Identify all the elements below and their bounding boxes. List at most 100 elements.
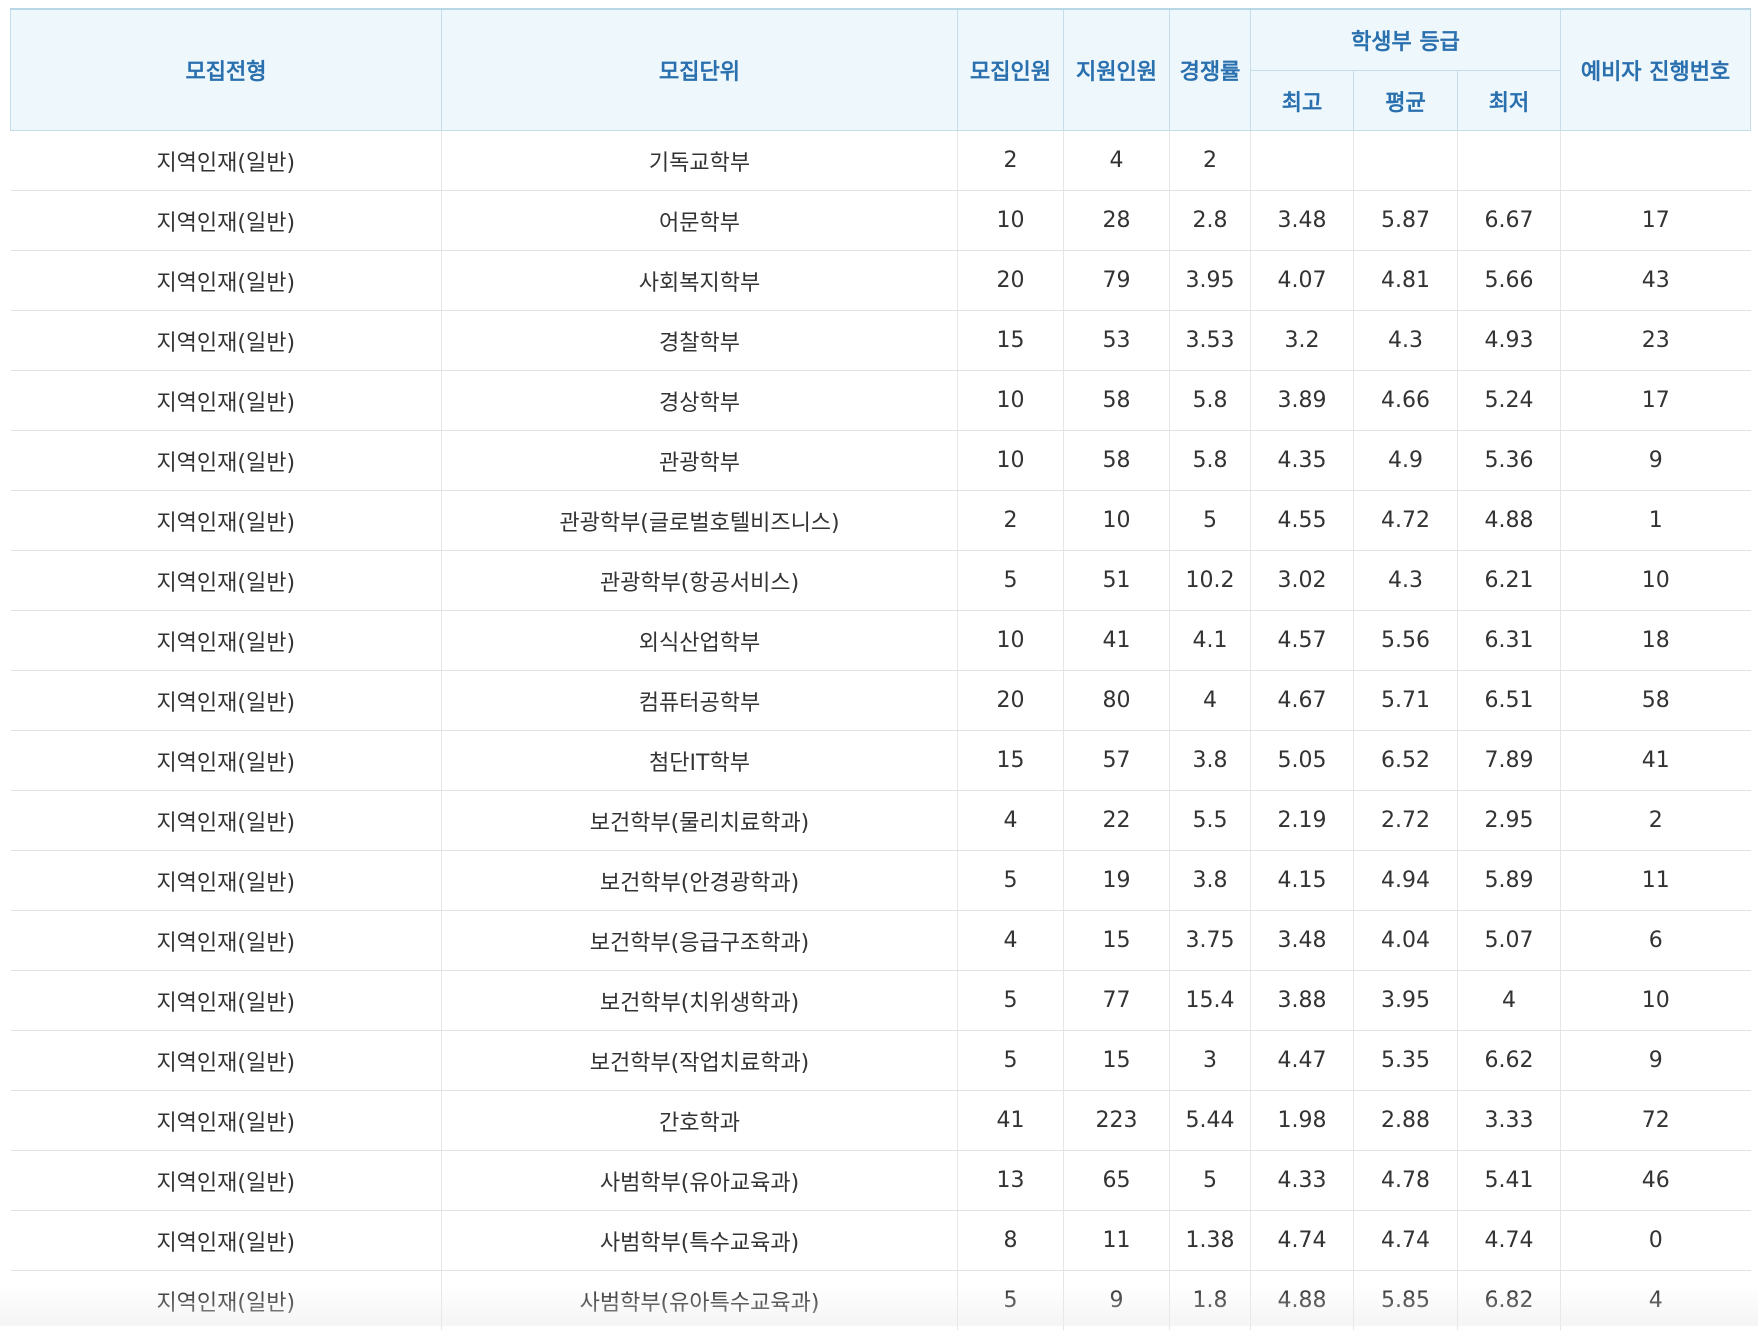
cell-waitlist: 43 bbox=[1561, 251, 1751, 311]
header-grade-low: 최저 bbox=[1458, 71, 1561, 131]
cell-ratio: 1.8 bbox=[1170, 1271, 1251, 1330]
cell-grade-avg: 4.3 bbox=[1354, 551, 1458, 611]
cell-grade-low: 4.93 bbox=[1458, 311, 1561, 371]
cell-quota: 15 bbox=[958, 731, 1064, 791]
table-row: 지역인재(일반)보건학부(치위생학과)57715.43.883.95410 bbox=[11, 971, 1751, 1031]
cell-waitlist: 72 bbox=[1561, 1091, 1751, 1151]
cell-unit: 경상학부 bbox=[442, 371, 958, 431]
cell-grade-avg: 2.88 bbox=[1354, 1091, 1458, 1151]
cell-quota: 10 bbox=[958, 431, 1064, 491]
cell-grade-high: 4.15 bbox=[1251, 851, 1354, 911]
cell-quota: 20 bbox=[958, 251, 1064, 311]
cell-applicants: 41 bbox=[1064, 611, 1170, 671]
table-body: 지역인재(일반)기독교학부242지역인재(일반)어문학부10282.83.485… bbox=[11, 131, 1751, 1330]
cell-grade-high: 4.57 bbox=[1251, 611, 1354, 671]
cell-waitlist bbox=[1561, 131, 1751, 191]
cell-grade-high: 4.47 bbox=[1251, 1031, 1354, 1091]
table-row: 지역인재(일반)사범학부(유아특수교육과)591.84.885.856.824 bbox=[11, 1271, 1751, 1330]
table-row: 지역인재(일반)관광학부(글로벌호텔비즈니스)21054.554.724.881 bbox=[11, 491, 1751, 551]
cell-quota: 10 bbox=[958, 191, 1064, 251]
cell-waitlist: 9 bbox=[1561, 431, 1751, 491]
cell-unit: 경찰학부 bbox=[442, 311, 958, 371]
cell-applicants: 10 bbox=[1064, 491, 1170, 551]
cell-ratio: 1.38 bbox=[1170, 1211, 1251, 1271]
cell-grade-high: 3.02 bbox=[1251, 551, 1354, 611]
cell-type: 지역인재(일반) bbox=[11, 1271, 442, 1330]
cell-ratio: 4 bbox=[1170, 671, 1251, 731]
cell-unit: 보건학부(작업치료학과) bbox=[442, 1031, 958, 1091]
header-grade-group: 학생부 등급 bbox=[1251, 9, 1561, 71]
header-ratio: 경쟁률 bbox=[1170, 9, 1251, 131]
cell-grade-low: 5.41 bbox=[1458, 1151, 1561, 1211]
cell-grade-low: 6.82 bbox=[1458, 1271, 1561, 1330]
cell-unit: 보건학부(응급구조학과) bbox=[442, 911, 958, 971]
cell-grade-avg: 4.66 bbox=[1354, 371, 1458, 431]
cell-grade-low: 6.67 bbox=[1458, 191, 1561, 251]
cell-waitlist: 23 bbox=[1561, 311, 1751, 371]
cell-type: 지역인재(일반) bbox=[11, 1091, 442, 1151]
cell-ratio: 3.8 bbox=[1170, 731, 1251, 791]
table-row: 지역인재(일반)관광학부(항공서비스)55110.23.024.36.2110 bbox=[11, 551, 1751, 611]
header-waitlist: 예비자 진행번호 bbox=[1561, 9, 1751, 131]
cell-grade-avg: 4.78 bbox=[1354, 1151, 1458, 1211]
cell-type: 지역인재(일반) bbox=[11, 851, 442, 911]
cell-unit: 어문학부 bbox=[442, 191, 958, 251]
cell-waitlist: 0 bbox=[1561, 1211, 1751, 1271]
header-quota: 모집인원 bbox=[958, 9, 1064, 131]
cell-applicants: 58 bbox=[1064, 431, 1170, 491]
cell-waitlist: 58 bbox=[1561, 671, 1751, 731]
cell-grade-low: 2.95 bbox=[1458, 791, 1561, 851]
cell-ratio: 5.8 bbox=[1170, 431, 1251, 491]
cell-waitlist: 17 bbox=[1561, 191, 1751, 251]
cell-grade-high: 3.2 bbox=[1251, 311, 1354, 371]
cell-type: 지역인재(일반) bbox=[11, 131, 442, 191]
cell-grade-high: 4.74 bbox=[1251, 1211, 1354, 1271]
cell-type: 지역인재(일반) bbox=[11, 731, 442, 791]
cell-applicants: 15 bbox=[1064, 1031, 1170, 1091]
cell-type: 지역인재(일반) bbox=[11, 431, 442, 491]
cell-applicants: 28 bbox=[1064, 191, 1170, 251]
cell-grade-high: 4.67 bbox=[1251, 671, 1354, 731]
cell-unit: 사범학부(특수교육과) bbox=[442, 1211, 958, 1271]
cell-quota: 5 bbox=[958, 971, 1064, 1031]
cell-unit: 사범학부(유아교육과) bbox=[442, 1151, 958, 1211]
cell-applicants: 57 bbox=[1064, 731, 1170, 791]
cell-applicants: 65 bbox=[1064, 1151, 1170, 1211]
cell-grade-avg: 5.87 bbox=[1354, 191, 1458, 251]
cell-grade-high: 4.07 bbox=[1251, 251, 1354, 311]
cell-ratio: 4.1 bbox=[1170, 611, 1251, 671]
cell-applicants: 223 bbox=[1064, 1091, 1170, 1151]
cell-unit: 보건학부(물리치료학과) bbox=[442, 791, 958, 851]
cell-grade-low: 7.89 bbox=[1458, 731, 1561, 791]
cell-type: 지역인재(일반) bbox=[11, 1031, 442, 1091]
cell-ratio: 2 bbox=[1170, 131, 1251, 191]
table-row: 지역인재(일반)기독교학부242 bbox=[11, 131, 1751, 191]
cell-waitlist: 10 bbox=[1561, 971, 1751, 1031]
cell-grade-avg: 4.81 bbox=[1354, 251, 1458, 311]
table-row: 지역인재(일반)보건학부(작업치료학과)51534.475.356.629 bbox=[11, 1031, 1751, 1091]
cell-waitlist: 46 bbox=[1561, 1151, 1751, 1211]
cell-grade-high: 4.55 bbox=[1251, 491, 1354, 551]
cell-grade-low: 6.21 bbox=[1458, 551, 1561, 611]
cell-grade-avg: 5.71 bbox=[1354, 671, 1458, 731]
cell-grade-avg: 2.72 bbox=[1354, 791, 1458, 851]
cell-grade-high: 3.89 bbox=[1251, 371, 1354, 431]
cell-ratio: 5.5 bbox=[1170, 791, 1251, 851]
cell-ratio: 5.8 bbox=[1170, 371, 1251, 431]
cell-type: 지역인재(일반) bbox=[11, 371, 442, 431]
table-row: 지역인재(일반)경찰학부15533.533.24.34.9323 bbox=[11, 311, 1751, 371]
cell-type: 지역인재(일반) bbox=[11, 251, 442, 311]
table-row: 지역인재(일반)어문학부10282.83.485.876.6717 bbox=[11, 191, 1751, 251]
cell-grade-avg: 4.74 bbox=[1354, 1211, 1458, 1271]
table-row: 지역인재(일반)컴퓨터공학부208044.675.716.5158 bbox=[11, 671, 1751, 731]
cell-ratio: 2.8 bbox=[1170, 191, 1251, 251]
cell-grade-high: 4.33 bbox=[1251, 1151, 1354, 1211]
table-row: 지역인재(일반)사범학부(유아교육과)136554.334.785.4146 bbox=[11, 1151, 1751, 1211]
cell-quota: 20 bbox=[958, 671, 1064, 731]
cell-quota: 15 bbox=[958, 311, 1064, 371]
cell-ratio: 5.44 bbox=[1170, 1091, 1251, 1151]
header-grade-high: 최고 bbox=[1251, 71, 1354, 131]
cell-grade-low: 3.33 bbox=[1458, 1091, 1561, 1151]
cell-unit: 기독교학부 bbox=[442, 131, 958, 191]
cell-unit: 외식산업학부 bbox=[442, 611, 958, 671]
